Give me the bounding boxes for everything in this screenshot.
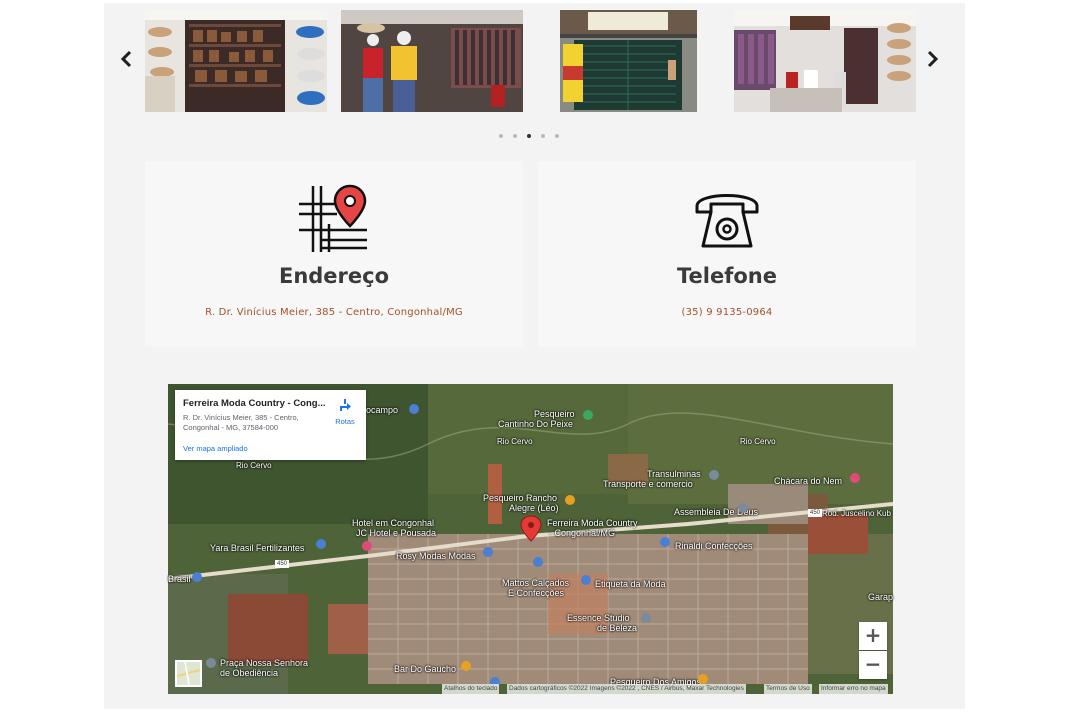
view-larger-map-link[interactable]: Ver mapa ampliado bbox=[183, 444, 248, 453]
report-error-link[interactable]: Informar erro no mapa bbox=[819, 684, 888, 694]
map-thumbnail-icon bbox=[176, 661, 201, 686]
map-type-toggle[interactable] bbox=[175, 660, 202, 687]
map-place-card: Ferreira Moda Country - Cong... R. Dr. V… bbox=[175, 390, 366, 460]
directions-button[interactable]: Rotas bbox=[330, 398, 360, 426]
directions-icon bbox=[340, 399, 351, 411]
keyboard-shortcuts-link[interactable]: Atalhos do teclado bbox=[442, 684, 500, 694]
directions-label: Rotas bbox=[335, 417, 355, 426]
terms-link[interactable]: Termos de Uso bbox=[764, 684, 812, 694]
zoom-in-button[interactable]: + bbox=[859, 622, 887, 650]
map-markers bbox=[192, 404, 860, 687]
place-title: Ferreira Moda Country - Cong... bbox=[183, 398, 326, 409]
map-data-attribution: Dados cartográficos ©2022 Imagens ©2022 … bbox=[507, 684, 746, 694]
place-address-line2: Congonhal - MG, 37584-000 bbox=[183, 423, 279, 432]
place-address-line1: R. Dr. Vinícius Meier, 385 - Centro, bbox=[183, 413, 299, 422]
map-marker-icon bbox=[520, 515, 542, 542]
zoom-out-button[interactable]: − bbox=[859, 651, 887, 679]
